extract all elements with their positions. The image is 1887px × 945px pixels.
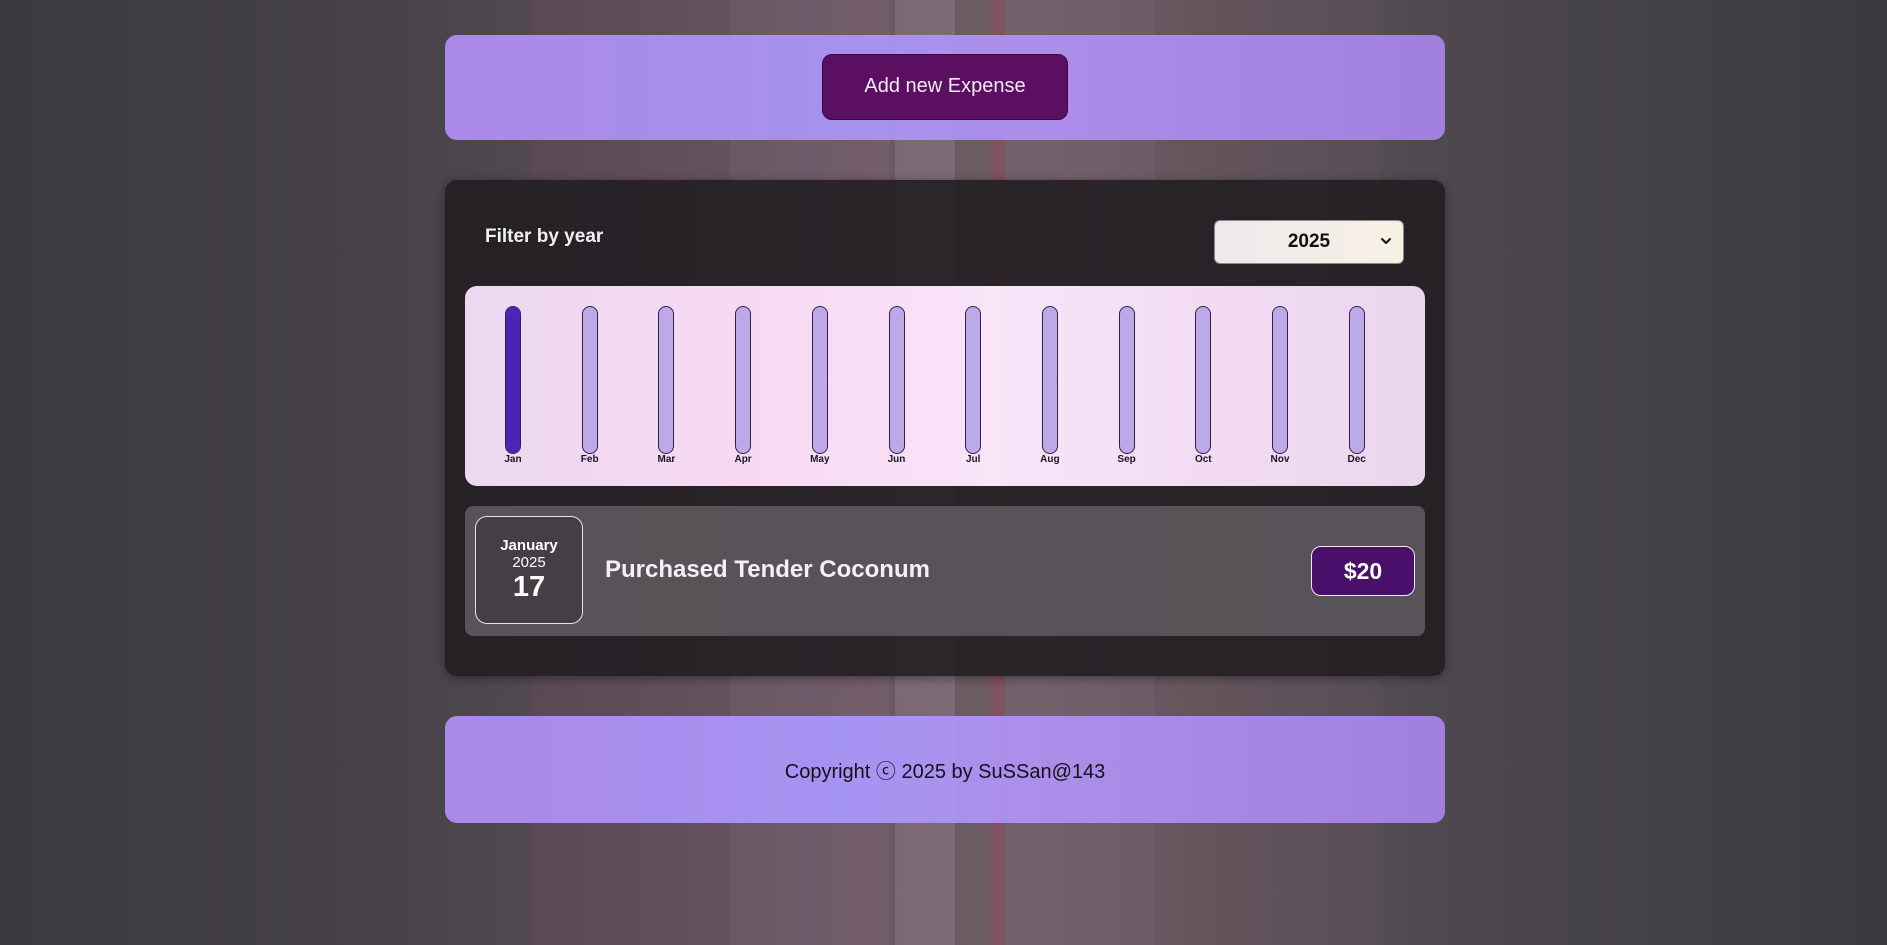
expense-date: January 2025 17 bbox=[475, 516, 583, 624]
add-new-expense-button[interactable]: Add new Expense bbox=[822, 53, 1068, 120]
chart-label-dec: Dec bbox=[1347, 454, 1366, 465]
chart-label-may: May bbox=[810, 454, 830, 465]
chart-bar-jan bbox=[505, 306, 521, 454]
chart-bar-sep bbox=[1118, 306, 1135, 454]
monthly-expense-chart: Jan Feb Mar Apr May Jun Jul Aug Sep Oct Nov Dec bbox=[465, 286, 1425, 486]
chart-label-sep: Sep bbox=[1117, 454, 1136, 465]
chevron-down-icon bbox=[1381, 238, 1391, 244]
chart-bar-nov bbox=[1272, 306, 1288, 454]
chart-label-jun: Jun bbox=[887, 454, 906, 465]
chart-bar-dec bbox=[1348, 306, 1365, 454]
chart-label-mar: Mar bbox=[657, 454, 676, 465]
expense-day: 17 bbox=[512, 571, 546, 603]
chart-bar-aug bbox=[1041, 306, 1058, 454]
chart-label-feb: Feb bbox=[580, 454, 599, 465]
chart-bar-mar bbox=[658, 306, 675, 454]
header-bar: Add new Expense bbox=[445, 35, 1445, 140]
expenses-panel: Filter by year 2025 Jan Feb Mar Apr May Jun Ju… bbox=[445, 180, 1445, 676]
chart-bar-jun bbox=[888, 306, 905, 454]
chart-label-oct: Oct bbox=[1194, 454, 1212, 465]
expense-amount: $20 bbox=[1311, 546, 1415, 596]
year-select-value: 2025 bbox=[1287, 231, 1331, 252]
chart-label-apr: Apr bbox=[734, 454, 752, 465]
footer: Copyright ⓒ 2025 by SuSSan@143 bbox=[445, 716, 1445, 823]
filter-label: Filter by year bbox=[485, 226, 604, 247]
chart-bar-oct bbox=[1195, 306, 1212, 454]
chart-bar-fill-jan bbox=[506, 307, 520, 453]
expense-title: Purchased Tender Coconum bbox=[605, 556, 930, 583]
chart-bar-feb bbox=[581, 306, 598, 454]
chart-label-jul: Jul bbox=[965, 454, 981, 465]
copyright-text: Copyright ⓒ 2025 by SuSSan@143 bbox=[784, 761, 1106, 783]
chart-label-aug: Aug bbox=[1040, 454, 1060, 465]
chart-bar-jul bbox=[965, 306, 982, 454]
chart-label-nov: Nov bbox=[1270, 454, 1290, 465]
chart-label-jan: Jan bbox=[504, 454, 522, 465]
chart-bar-may bbox=[811, 306, 828, 454]
chart-bar-apr bbox=[735, 306, 752, 454]
expense-item[interactable]: January 2025 17 Purchased Tender Coconum… bbox=[465, 506, 1425, 636]
expense-month: January bbox=[500, 537, 558, 554]
year-select[interactable]: 2025 bbox=[1214, 220, 1404, 264]
expense-year: 2025 bbox=[512, 554, 546, 571]
